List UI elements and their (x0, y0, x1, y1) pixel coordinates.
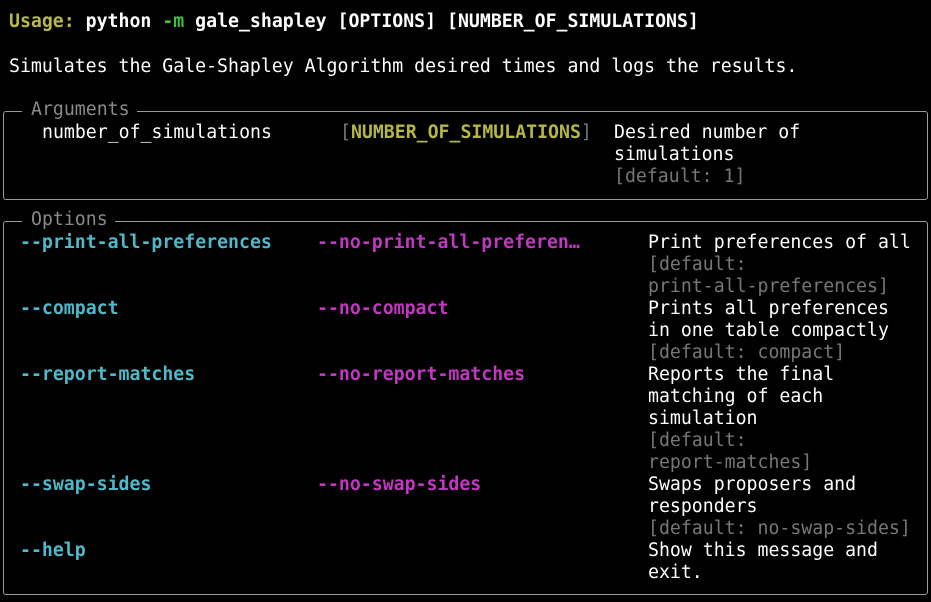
option-negation-swap-sides: --no-swap-sides (317, 474, 482, 495)
option-flag-compact: --compact (20, 298, 119, 319)
metavar-bracket-open: [ (340, 122, 351, 143)
option-help-line: Reports the final (648, 364, 835, 385)
option-flag-print-all-preferences: --print-all-preferences (20, 232, 272, 253)
options-panel-title: Options (22, 209, 115, 231)
usage-module: gale_shapley (195, 11, 327, 32)
options-panel: Options --print-all-preferences --no-pri… (3, 209, 928, 595)
argument-help-line: simulations (614, 144, 735, 165)
option-flag-help: --help (20, 540, 86, 561)
argument-help-line: Desired number of (614, 122, 801, 143)
option-default-line: report-matches] (648, 452, 813, 473)
arguments-panel: Arguments number_of_simulations [NUMBER_… (3, 99, 928, 200)
option-help-line: responders (648, 496, 758, 517)
argument-name: number_of_simulations (42, 122, 272, 143)
option-default-line: print-all-preferences] (648, 276, 889, 297)
option-help-line: in one table compactly (648, 320, 889, 341)
option-help-line: simulation (648, 408, 758, 429)
option-flag-report-matches: --report-matches (20, 364, 196, 385)
usage-module-flag: -m (162, 11, 185, 32)
option-help-line: Swaps proposers and (648, 474, 857, 495)
option-default-line: [default: compact] (648, 342, 846, 363)
description: Simulates the Gale-Shapley Algorithm des… (9, 56, 798, 77)
arguments-panel-title: Arguments (22, 99, 137, 121)
option-negation-compact: --no-compact (317, 298, 449, 319)
option-help-line: exit. (648, 562, 703, 583)
option-default-line: [default: no-swap-sides] (648, 518, 911, 539)
usage-rest: [OPTIONS] [NUMBER_OF_SIMULATIONS] (337, 11, 699, 32)
option-default-line: [default: (648, 254, 747, 275)
usage-command: python (85, 11, 152, 32)
option-negation-report-matches: --no-report-matches (317, 364, 526, 385)
option-help-line: matching of each (648, 386, 824, 407)
metavar-bracket-close: ] (580, 122, 592, 143)
option-help-line: Print preferences of all (648, 232, 911, 253)
option-help-line: Show this message and (648, 540, 878, 561)
metavar-type: NUMBER_OF_SIMULATIONS (350, 122, 581, 143)
option-help-line: Prints all preferences (648, 298, 889, 319)
option-negation-print-all-preferences: --no-print-all-preferen… (317, 232, 580, 253)
argument-default: [default: 1] (614, 166, 746, 187)
option-default-line: [default: (648, 430, 747, 451)
usage-label: Usage: (9, 11, 75, 32)
argument-metavar: [NUMBER_OF_SIMULATIONS] (340, 122, 592, 144)
usage-line: Usage: python -m gale_shapley [OPTIONS] … (9, 11, 699, 33)
option-flag-swap-sides: --swap-sides (20, 474, 152, 495)
